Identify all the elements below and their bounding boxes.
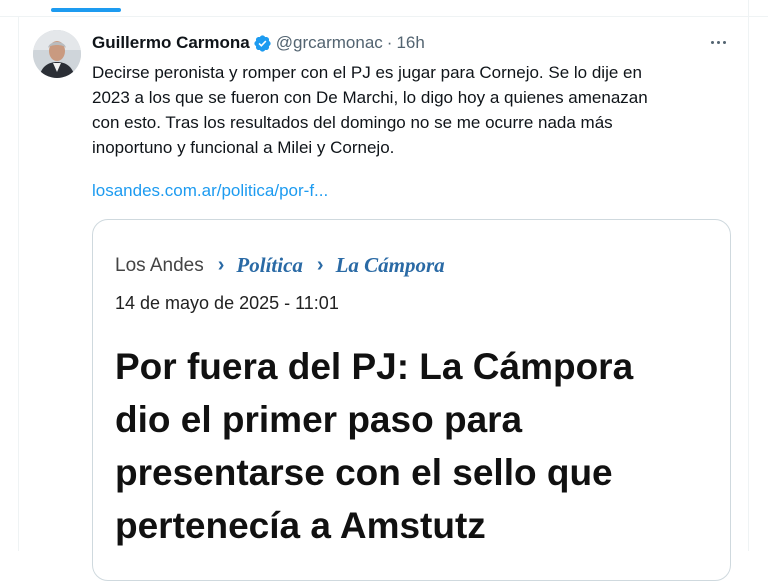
tweet-header: Guillermo Carmona @grcarmonac · 16h [92,33,425,53]
timeline-border-left [18,16,19,551]
tweet-text-line: 2023 a los que se fueron con De Marchi, … [92,88,648,107]
breadcrumb-source: Los Andes [115,254,204,276]
article-headline: Por fuera del PJ: La Cámpora dio el prim… [115,340,715,552]
link-preview-card[interactable]: Los Andes › Política › La Cámpora 14 de … [92,219,731,581]
breadcrumb-section-la-campora: La Cámpora [335,253,445,277]
top-strip [0,0,768,17]
chevron-right-icon: › [316,254,324,276]
breadcrumb: Los Andes › Política › La Cámpora [115,253,445,278]
headline-line: pertenecía a Amstutz [115,505,486,546]
header-separator: · [386,33,393,52]
tweet-timestamp[interactable]: 16h [396,33,424,53]
more-options-icon[interactable] [706,35,730,49]
verified-badge-icon[interactable] [253,34,272,53]
tweet-text-line: con esto. Tras los resultados del doming… [92,113,613,132]
headline-line: presentarse con el sello que [115,452,613,493]
timeline-border-right [748,0,749,551]
avatar[interactable] [33,30,81,78]
more-dot [710,40,714,44]
tweet-text-line: Decirse peronista y romper con el PJ es … [92,63,642,82]
article-date: 14 de mayo de 2025 - 11:01 [115,293,339,313]
tweet-text: Decirse peronista y romper con el PJ es … [92,60,732,160]
chevron-right-icon: › [217,254,225,276]
author-handle[interactable]: @grcarmonac [276,33,383,53]
headline-line: dio el primer paso para [115,399,523,440]
tweet-text-line: inoportuno y funcional a Milei y Cornejo… [92,138,395,157]
avatar-photo [33,30,81,78]
active-tab-indicator [51,8,121,12]
more-dot [716,40,720,44]
breadcrumb-section-politica: Política [236,253,303,277]
article-link[interactable]: losandes.com.ar/politica/por-f... [92,181,328,201]
headline-line: Por fuera del PJ: La Cámpora [115,346,634,387]
author-name[interactable]: Guillermo Carmona [92,33,250,53]
more-dot [722,40,726,44]
